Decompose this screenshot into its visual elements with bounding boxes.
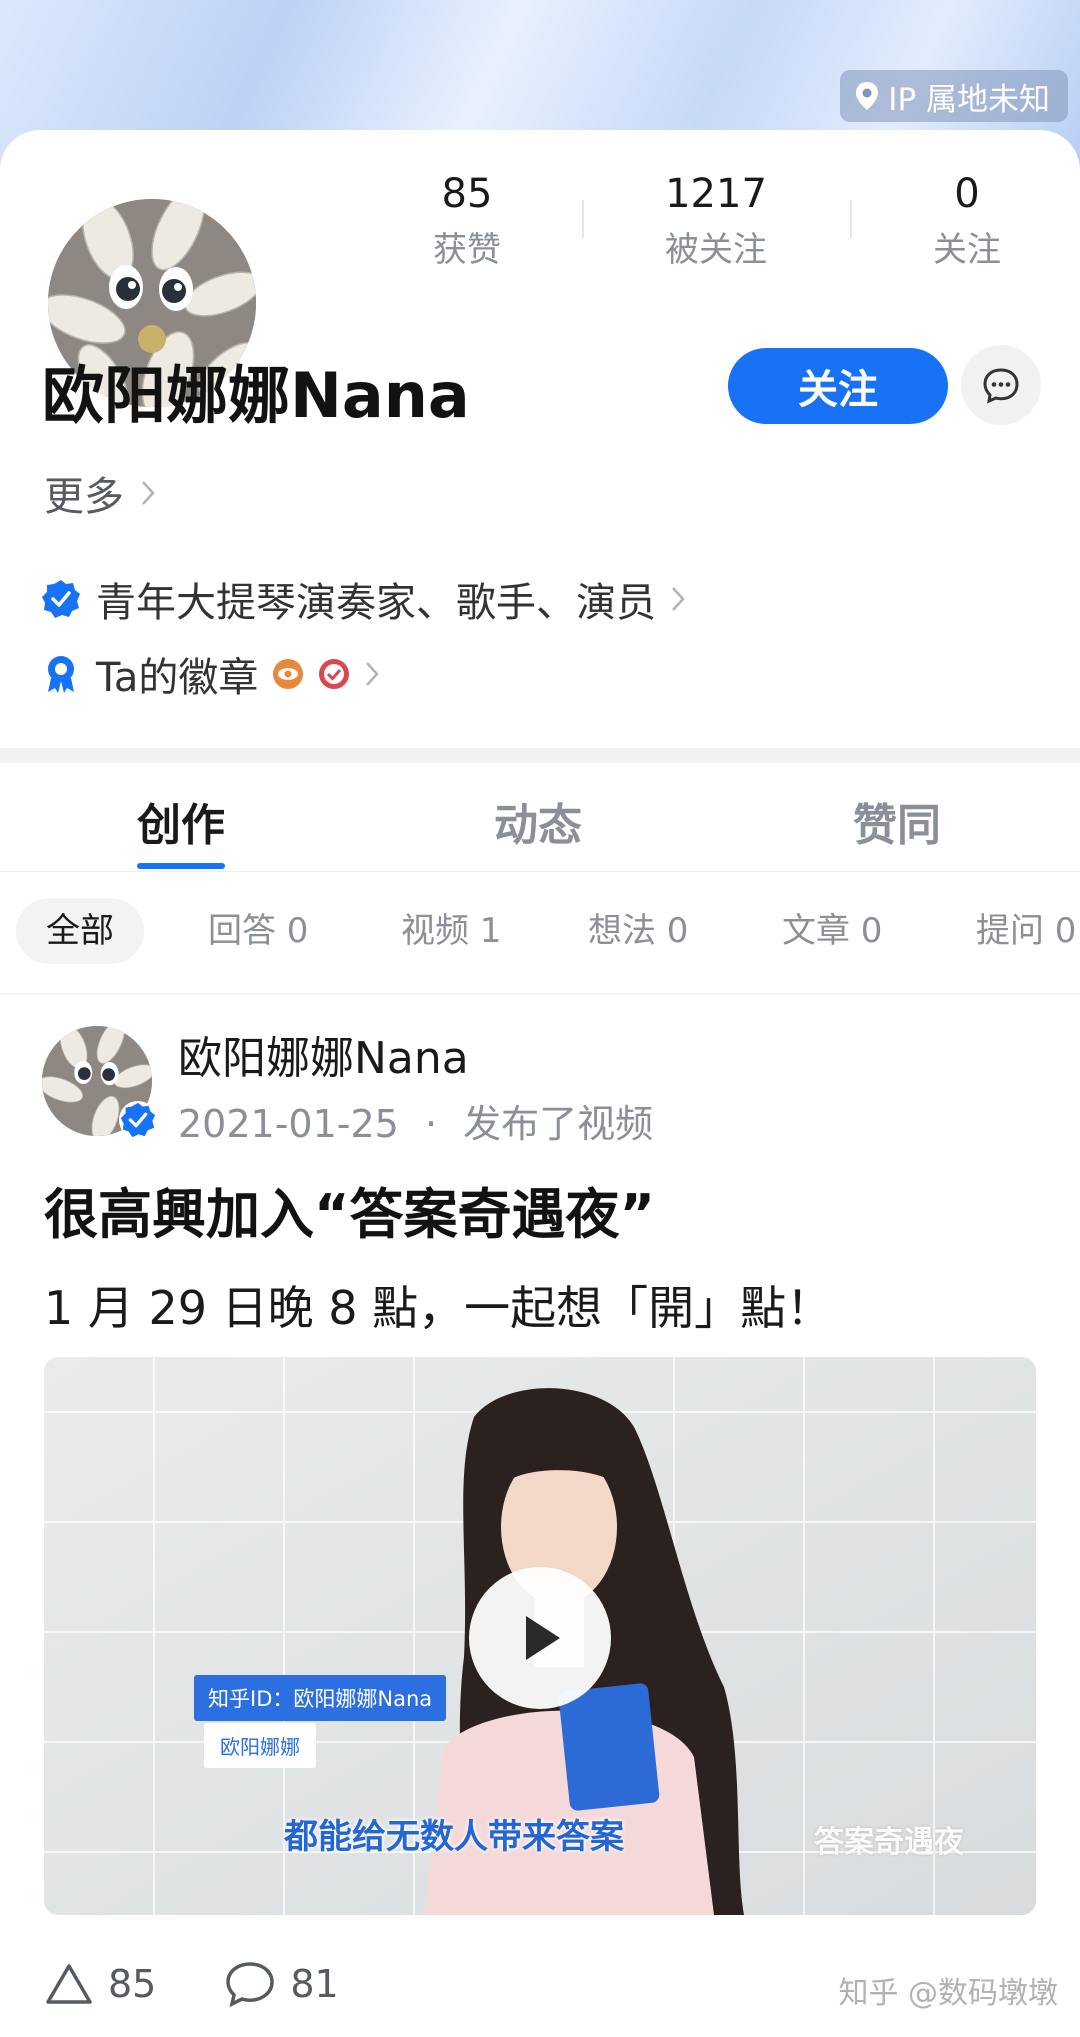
chevron-right-icon [672,587,685,611]
stat-value: 85 [441,171,493,217]
verification-text: 青年大提琴演奏家、歌手、演员 [96,580,656,626]
meta-separator: · [424,1102,438,1146]
stat-label: 关注 [933,230,1001,270]
verified-badge-icon [118,1100,158,1140]
video-name-tag: 欧阳娜娜 [204,1723,316,1768]
profile-name: 欧阳娜娜Nana [42,359,470,432]
filter-all[interactable]: 全部 [16,898,144,964]
badges-row[interactable]: Ta的徽章 [40,645,380,703]
stat-divider [850,200,852,238]
content-filter-bar: 全部 回答 0 视频 1 想法 0 文章 0 提问 0 [0,898,1080,968]
tab-activity[interactable]: 动态 [494,789,582,853]
source-watermark: 知乎 @数码墩墩 [838,1976,1058,2011]
video-caption: 都能给无数人带来答案 [284,1817,624,1857]
upvote-count: 85 [108,1962,157,2006]
ip-location-text: IP 属地未知 [888,81,1050,118]
stat-likes[interactable]: 85 获赞 [367,165,567,273]
post-title[interactable]: 很高興加入“答案奇遇夜” [44,1170,655,1249]
tab-upvoted[interactable]: 赞同 [853,789,941,853]
more-label: 更多 [44,474,124,520]
eye-badge-icon [273,659,304,689]
video-zhihu-id-tag: 知乎ID：欧阳娜娜Nana [194,1675,447,1721]
filter-answers[interactable]: 回答 0 [208,898,308,964]
filter-articles[interactable]: 文章 0 [782,898,882,964]
filter-thoughts[interactable]: 想法 0 [588,898,688,964]
play-button[interactable] [469,1567,611,1709]
verification-row[interactable]: 青年大提琴演奏家、歌手、演员 [40,570,686,628]
stat-value: 0 [954,171,980,217]
active-tab-indicator [137,863,225,869]
filter-videos[interactable]: 视频 1 [401,898,501,964]
stat-value: 1217 [665,171,767,217]
tab-creations[interactable]: 创作 [137,789,225,853]
stat-label: 被关注 [665,230,767,270]
upvote-triangle-icon [46,1964,92,2004]
chevron-right-icon [366,662,380,686]
follow-button[interactable]: 关注 [728,348,948,424]
post-text[interactable]: 1 月 29 日晚 8 點，一起想「開」點！ [44,1272,832,1338]
comment-count: 81 [290,1962,339,2006]
ip-location-badge: IP 属地未知 [840,70,1068,122]
message-button[interactable] [961,345,1041,425]
check-badge-icon [319,659,350,689]
chevron-right-icon [142,481,155,505]
location-pin-icon [856,82,879,110]
stat-label: 获赞 [433,230,501,270]
profile-tabs: 创作 动态 赞同 [0,763,1080,872]
stat-following[interactable]: 0 关注 [867,165,1067,273]
medal-icon [48,656,74,693]
filter-questions[interactable]: 提问 0 [976,898,1076,964]
stat-followers[interactable]: 1217 被关注 [616,165,816,273]
post-actions: 85 81 [44,1960,339,2008]
chat-bubble-icon [983,368,1019,404]
upvote-button[interactable]: 85 [44,1962,156,2006]
play-icon [526,1616,560,1660]
divider [0,993,1080,994]
video-brand-watermark: 答案奇遇夜 [814,1825,964,1860]
more-link[interactable]: 更多 [44,464,156,522]
section-divider [0,748,1080,763]
video-thumbnail[interactable]: 知乎ID：欧阳娜娜Nana 欧阳娜娜 都能给无数人带来答案 答案奇遇夜 [44,1357,1036,1915]
post-meta: 2021-01-25 · 发布了视频 [178,1093,653,1148]
profile-stats: 85 获赞 1217 被关注 0 关注 [380,165,1080,285]
verified-badge-icon [42,580,80,618]
post-date: 2021-01-25 [178,1102,399,1146]
badges-label: Ta的徽章 [96,655,259,701]
comment-bubble-icon [226,1962,275,2008]
stat-divider [582,200,584,238]
post-action: 发布了视频 [463,1102,654,1146]
post-author-name[interactable]: 欧阳娜娜Nana [178,1022,469,1086]
comment-button[interactable]: 81 [224,1960,339,2008]
